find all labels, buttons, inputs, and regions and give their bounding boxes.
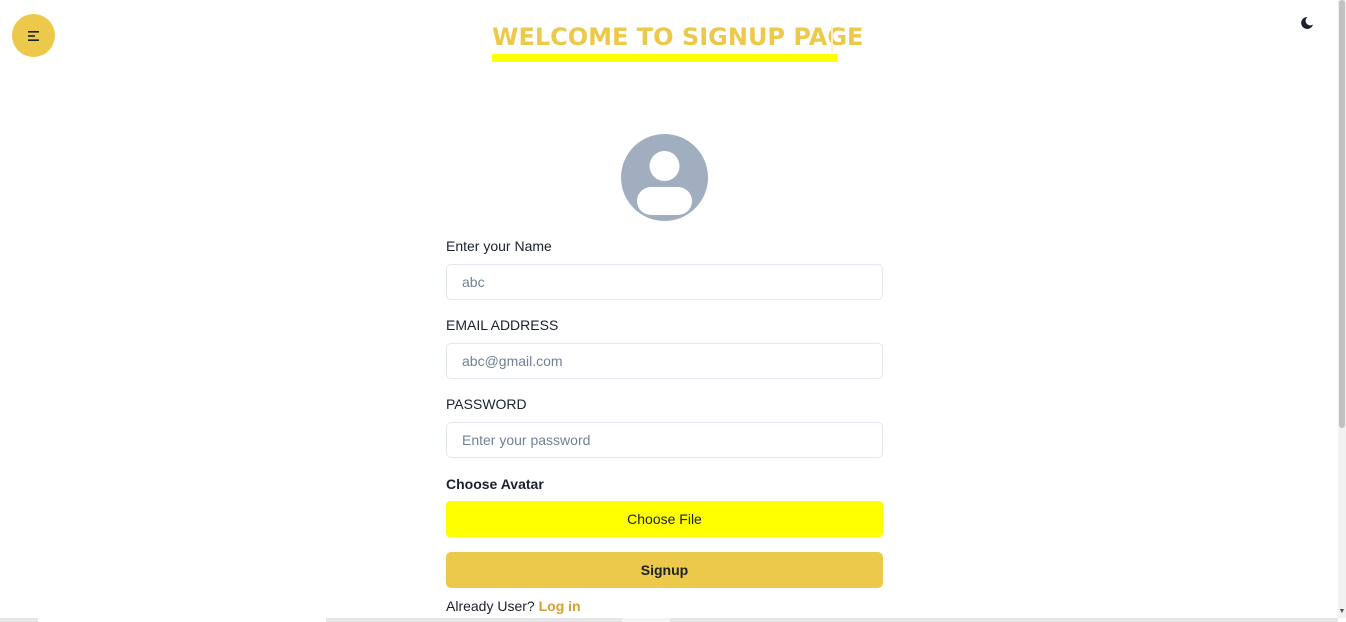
menu-icon	[27, 30, 39, 41]
name-input[interactable]	[446, 264, 883, 300]
user-placeholder-icon	[637, 151, 692, 215]
title-underline-highlight	[492, 54, 837, 62]
signup-button[interactable]: Signup	[446, 552, 883, 588]
login-link[interactable]: Log in	[539, 598, 581, 614]
choose-file-button[interactable]: Choose File	[446, 501, 883, 537]
password-label: PASSWORD	[446, 396, 527, 412]
signup-page: WELCOME TO SIGNUP PAGE Enter your Name E…	[0, 0, 1346, 622]
menu-toggle-button[interactable]	[12, 14, 55, 57]
horizontal-scrollbar[interactable]	[0, 618, 1338, 622]
name-label: Enter your Name	[446, 238, 552, 254]
email-input[interactable]	[446, 343, 883, 379]
email-label: EMAIL ADDRESS	[446, 317, 559, 333]
password-input[interactable]	[446, 422, 883, 458]
page-title-wrapper: WELCOME TO SIGNUP PAGE	[492, 20, 863, 62]
vertical-scrollbar[interactable]: ▼	[1338, 0, 1346, 618]
horizontal-scrollbar-thumb[interactable]	[38, 618, 326, 622]
signup-form: Enter your Name EMAIL ADDRESS PASSWORD C…	[446, 236, 883, 614]
choose-avatar-label: Choose Avatar	[446, 476, 544, 492]
scroll-down-arrow-icon[interactable]: ▼	[1338, 608, 1346, 616]
already-user-text: Already User?	[446, 598, 535, 614]
typing-caret	[831, 26, 833, 52]
moon-icon	[1301, 16, 1313, 29]
page-title: WELCOME TO SIGNUP PAGE	[492, 23, 864, 51]
vertical-scrollbar-thumb[interactable]	[1339, 0, 1345, 428]
avatar-preview	[621, 134, 708, 221]
login-prompt: Already User? Log in	[446, 598, 883, 614]
theme-toggle-button[interactable]	[1297, 14, 1317, 34]
horizontal-scrollbar-segment	[622, 618, 670, 622]
